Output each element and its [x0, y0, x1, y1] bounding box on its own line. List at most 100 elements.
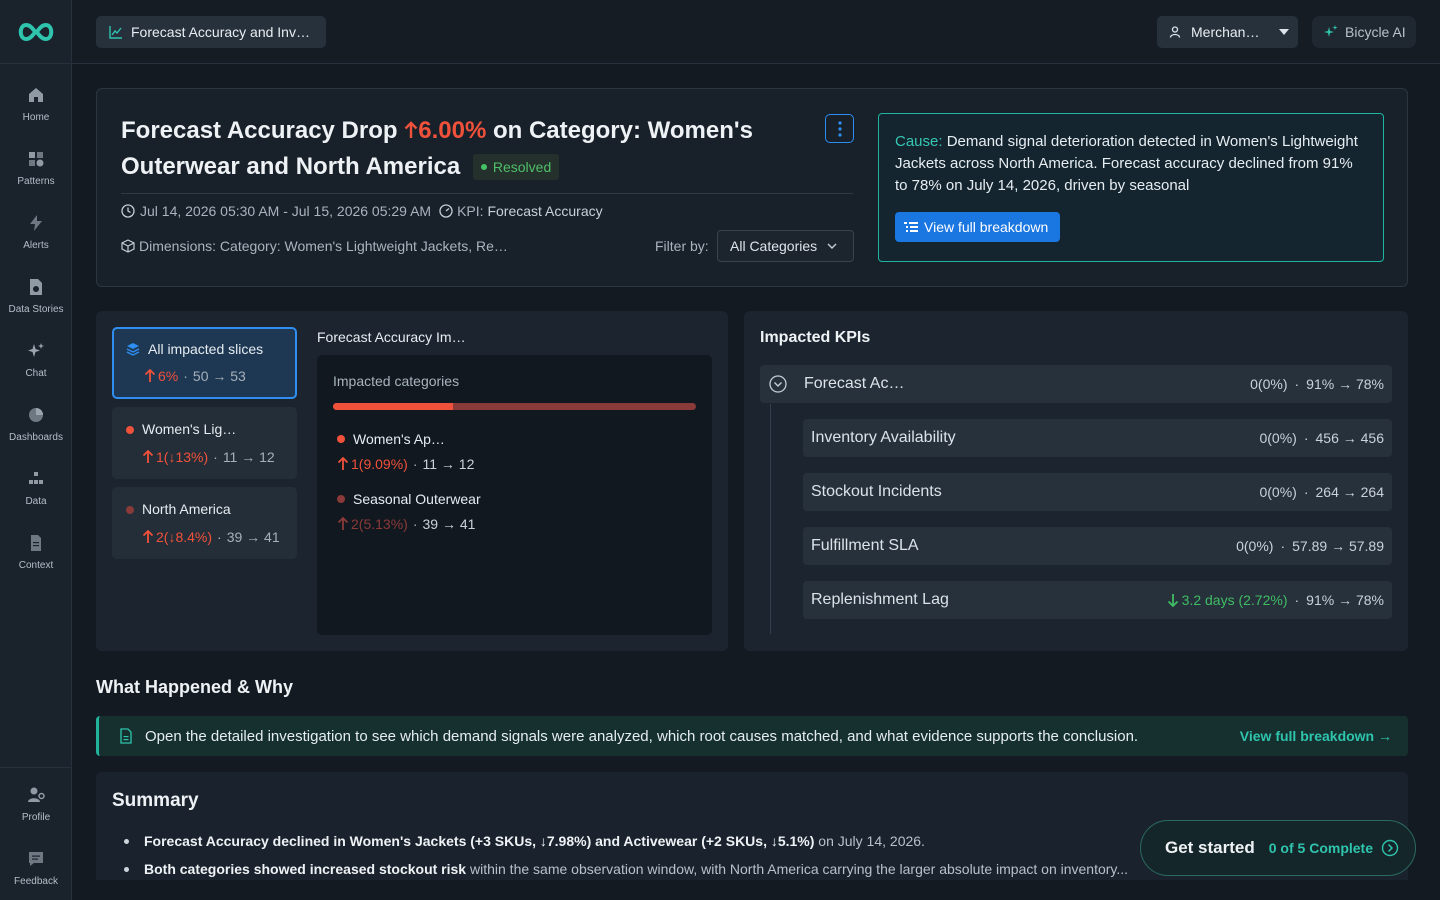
sidebar-item-chat[interactable]: Chat: [0, 341, 72, 379]
category-change: 1(9.09%): [351, 456, 408, 472]
slice-stats: 1(↓13%) · 11 → 12: [142, 449, 275, 465]
bolt-icon: [30, 215, 42, 231]
title-change: 6.00%: [404, 117, 486, 144]
slice-stats: 2(↓8.4%) · 39 → 41: [142, 529, 280, 545]
cause-panel: Cause: Demand signal deterioration detec…: [878, 113, 1384, 262]
sidebar-item-home[interactable]: Home: [0, 85, 72, 123]
impacted-categories-subtitle: Impacted categories: [333, 373, 460, 389]
separator: ·: [217, 529, 222, 545]
category-item[interactable]: Seasonal Outerwear 2(5.13%) · 39 → 41: [337, 491, 481, 532]
kpi-name: Fulfillment SLA: [811, 537, 919, 554]
time-range: Jul 14, 2026 05:30 AM - Jul 15, 2026 05:…: [140, 203, 432, 219]
caret-down-icon: [1279, 29, 1289, 35]
meta-row: Jul 14, 2026 05:30 AM - Jul 15, 2026 05:…: [121, 203, 603, 219]
impacted-kpis-panel: Impacted KPIs Forecast Accuracy 0(0%)·91…: [744, 311, 1408, 651]
series-dot: [337, 435, 345, 443]
slice-stats: 6% · 50 → 53: [144, 368, 246, 384]
sidebar-item-data[interactable]: Data: [0, 469, 72, 507]
slice-range: 11 → 12: [222, 449, 275, 465]
sidebar-item-profile[interactable]: Profile: [0, 785, 72, 823]
arrow-up-icon: [337, 457, 349, 470]
impact-share-fill: [333, 403, 453, 410]
infinity-logo-icon: [18, 22, 53, 41]
chevron-circle-down-icon: [769, 375, 787, 393]
kpi-row-replenishment-lag[interactable]: Replenishment Lag 3.2 days (2.72%) · 91% →…: [803, 581, 1392, 619]
kpi-row-inventory-availability[interactable]: Inventory Availability 0(0%) · 456 → 456: [803, 419, 1392, 457]
sidebar-item-label: Data: [25, 496, 47, 507]
kpi-value: 0(0%) · 456 → 456: [1259, 430, 1384, 446]
page-tab[interactable]: Forecast Accuracy and Inventory Availabi…: [96, 16, 326, 48]
view-breakdown-link[interactable]: View full breakdown →: [1240, 728, 1392, 744]
bullet: [124, 839, 129, 844]
kpi-row-stockout-incidents[interactable]: Stockout Incidents 0(0%) · 264 → 264: [803, 473, 1392, 511]
patterns-icon: [29, 152, 44, 167]
kpi-row-forecast-accuracy[interactable]: Forecast Accuracy 0(0%)·91% → 78%: [760, 365, 1392, 403]
category-name: Women's Apparel: [353, 431, 449, 447]
kpi-name: Stockout Incidents: [811, 483, 942, 500]
category-name: Seasonal Outerwear: [353, 491, 481, 507]
slice-title: Women's Lightweight Jackets: [142, 421, 242, 437]
filter-label: Filter by:: [655, 238, 709, 254]
dimensions-row: Dimensions: Category: Women's Lightweigh…: [121, 238, 521, 254]
series-dot: [126, 506, 134, 514]
kpi-name: Inventory Availability: [811, 429, 956, 446]
view-breakdown-button[interactable]: View full breakdown: [895, 212, 1061, 242]
get-started-widget[interactable]: Get started 0 of 5 Complete: [1140, 820, 1416, 876]
category-change: 2(5.13%): [351, 516, 408, 532]
kpi-value: 3.2 days (2.72%) · 91% → 78%: [1167, 592, 1384, 608]
user-settings-icon: [1169, 26, 1181, 38]
role-selector[interactable]: Merchandising: [1157, 16, 1298, 48]
get-started-title: Get started: [1165, 838, 1255, 857]
logo[interactable]: [0, 0, 71, 64]
slice-change: 1(↓13%): [156, 449, 209, 465]
slice-north-america[interactable]: North America 2(↓8.4%) · 39 → 41: [112, 487, 297, 559]
sidebar-item-label: Patterns: [17, 176, 55, 187]
sidebar-item-alerts[interactable]: Alerts: [0, 213, 72, 251]
sidebar-item-data-stories[interactable]: Data Stories: [0, 277, 72, 315]
gauge-icon: [439, 204, 453, 218]
separator: ·: [412, 456, 418, 472]
cause-text: Cause: Demand signal deterioration detec…: [895, 133, 1358, 194]
slice-range: 50 → 53: [192, 368, 246, 384]
bicycle-ai-button[interactable]: Bicycle AI: [1312, 16, 1416, 48]
divider: [121, 193, 853, 194]
category-filter-select[interactable]: All Categories: [717, 230, 854, 262]
more-options-button[interactable]: [825, 114, 854, 143]
banner-text: Open the detailed investigation to see w…: [145, 727, 1139, 745]
sparkle-icon: [28, 343, 44, 357]
chevron-down-icon: [827, 243, 837, 249]
document-icon: [31, 535, 41, 551]
slice-all[interactable]: All impacted slices 6% · 50 → 53: [112, 327, 297, 399]
arrow-up-icon: [142, 450, 154, 463]
user-gear-icon: [28, 787, 45, 802]
category-item[interactable]: Women's Apparel 1(9.09%) · 11 → 12: [337, 431, 474, 472]
slice-change: 6%: [158, 368, 179, 384]
sidebar-item-label: Home: [22, 112, 50, 123]
sidebar-item-label: Context: [18, 560, 54, 571]
slice-womens-jackets[interactable]: Women's Lightweight Jackets 1(↓13%) · 11…: [112, 407, 297, 479]
status-badge: Resolved: [472, 154, 560, 180]
arrow-up-icon: [337, 517, 349, 530]
data-icon: [29, 472, 43, 484]
kpi-value: Forecast Accuracy: [487, 203, 603, 219]
arrow-up-icon: [404, 121, 418, 138]
slice-range: 39 → 41: [226, 529, 280, 545]
impact-panel-title: Forecast Accuracy Impacted categories: [317, 329, 473, 345]
topbar: Forecast Accuracy and Inventory Availabi…: [72, 0, 1440, 64]
sidebar-item-patterns[interactable]: Patterns: [0, 149, 72, 187]
sidebar-item-label: Alerts: [23, 240, 49, 251]
chat-bubble-icon: [29, 852, 43, 866]
kpis-title: Impacted KPIs: [760, 329, 871, 346]
sidebar-item-feedback[interactable]: Feedback: [0, 849, 72, 887]
bicycle-ai-label: Bicycle AI: [1345, 24, 1406, 40]
sidebar-item-label: Profile: [21, 812, 51, 823]
incident-header-card: Forecast Accuracy Drop 6.00% on Category…: [96, 88, 1408, 287]
arrow-up-icon: [142, 530, 154, 543]
tree-line: [770, 404, 771, 634]
sidebar-item-context[interactable]: Context: [0, 533, 72, 571]
kpi-value: 0(0%) · 57.89 → 57.89: [1236, 538, 1384, 554]
impact-share-bar: [333, 403, 696, 410]
cause-label: Cause:: [895, 133, 943, 150]
kpi-row-fulfillment-sla[interactable]: Fulfillment SLA 0(0%) · 57.89 → 57.89: [803, 527, 1392, 565]
sidebar-item-dashboards[interactable]: Dashboards: [0, 405, 72, 443]
